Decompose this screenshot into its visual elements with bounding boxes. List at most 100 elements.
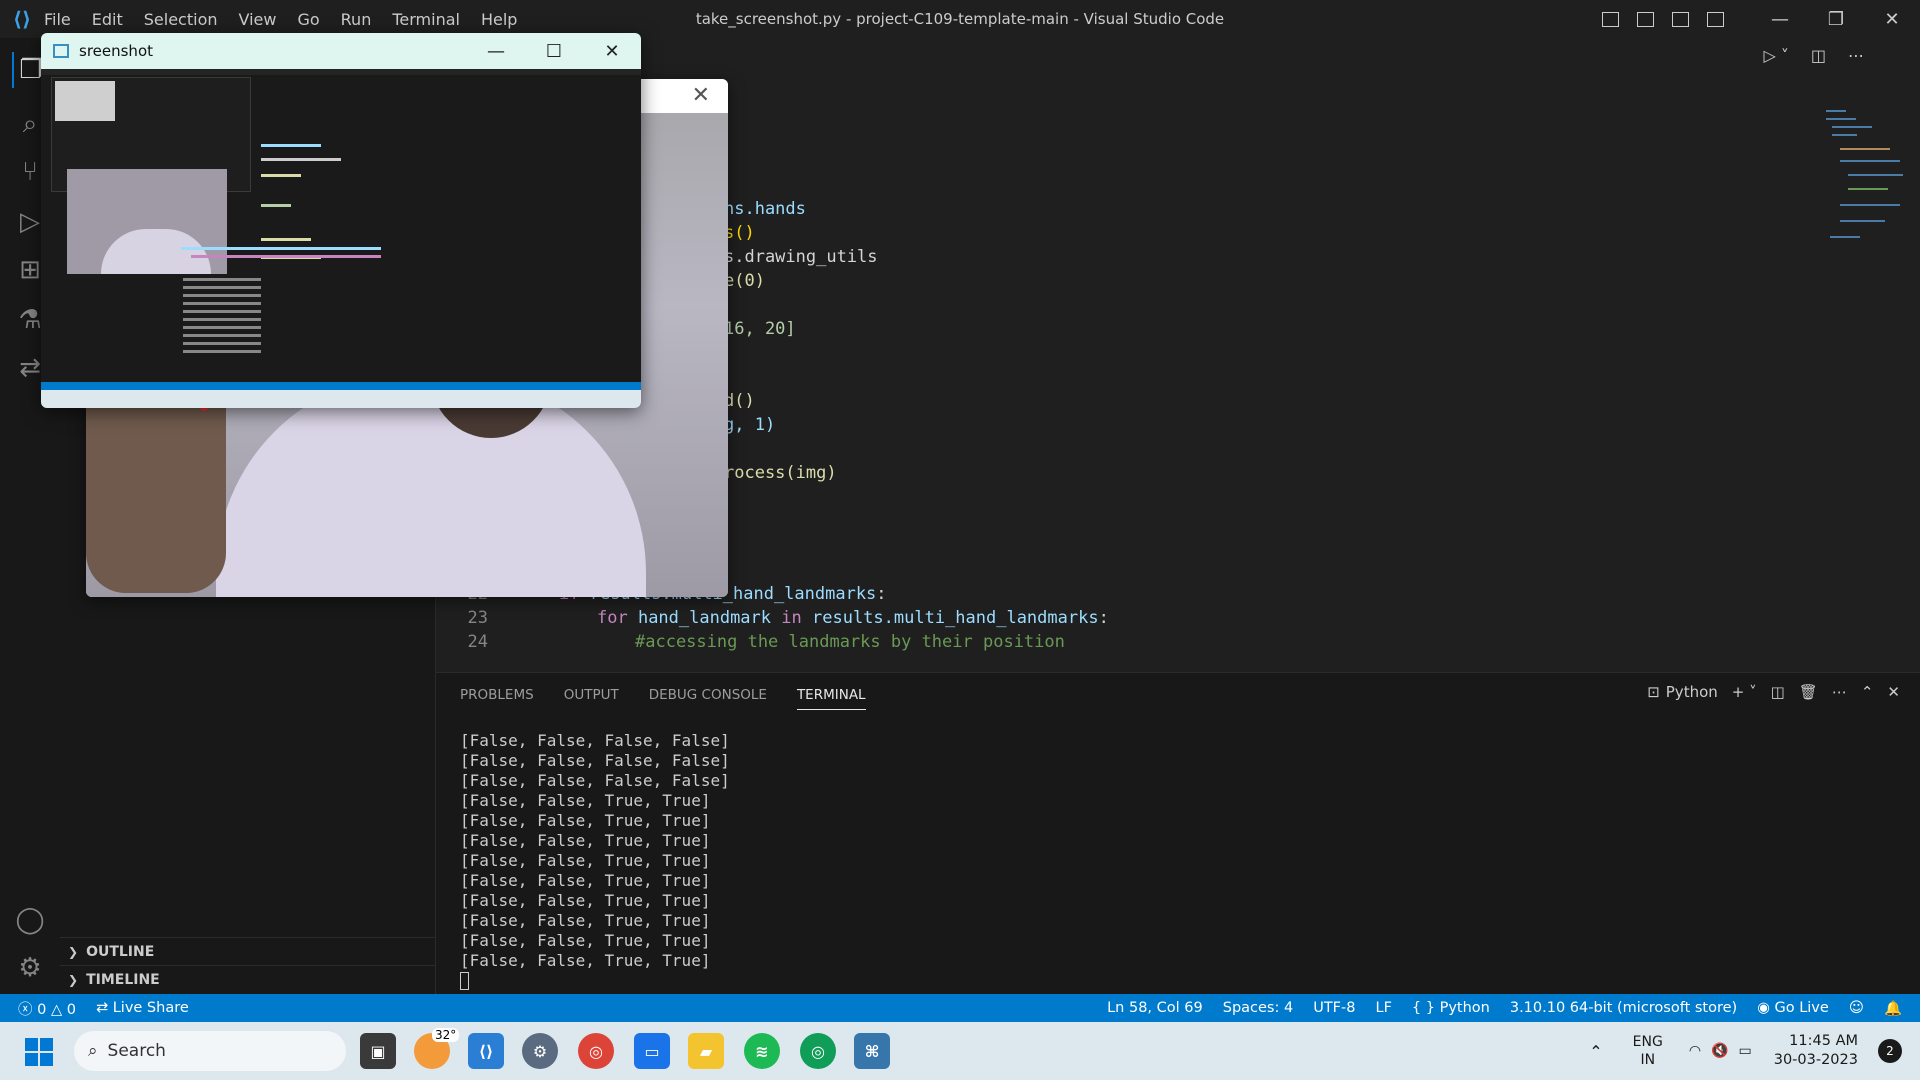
python-interpreter[interactable]: 3.10.10 64-bit (microsoft store) <box>1510 1000 1737 1016</box>
terminal-line: [False, False, True, True] <box>460 831 711 850</box>
end-of-line[interactable]: LF <box>1375 1000 1391 1016</box>
menu-run[interactable]: Run <box>341 10 372 29</box>
language-indicator[interactable]: ENG IN <box>1633 1033 1663 1069</box>
start-button[interactable] <box>25 1038 53 1066</box>
panel-actions: ⊡ Python + ˅ ◫ 🗑 ⋯ ⌃ ✕ <box>1633 683 1900 701</box>
maximize-button[interactable]: ☐ <box>525 41 583 62</box>
kill-terminal-icon[interactable]: 🗑 <box>1799 683 1818 701</box>
outline-section[interactable]: ❯ OUTLINE <box>60 937 436 965</box>
menu-go[interactable]: Go <box>297 10 319 29</box>
terminal-profile-label[interactable]: Python <box>1666 683 1718 701</box>
split-editor-icon[interactable]: ◫ <box>1811 46 1826 65</box>
language-mode[interactable]: { } Python <box>1412 1000 1490 1016</box>
code-fragment: s() <box>724 223 755 243</box>
code-fragment: ns.hands <box>724 199 806 219</box>
editor-actions: ▷ ˅ ◫ ⋯ <box>1763 46 1864 65</box>
maximize-panel-icon[interactable]: ⌃ <box>1861 683 1874 701</box>
tab-problems[interactable]: PROBLEMS <box>460 687 534 710</box>
cursor-position[interactable]: Ln 58, Col 69 <box>1107 1000 1203 1016</box>
minimap[interactable] <box>1820 108 1910 258</box>
minimize-button[interactable]: — <box>1752 9 1808 30</box>
minimize-button[interactable]: — <box>467 41 525 62</box>
settings-taskbar-icon[interactable]: ⚙ <box>522 1033 558 1069</box>
new-terminal-icon[interactable]: + ˅ <box>1732 683 1757 701</box>
windows-taskbar: ⌕ Search ▣ 32° ⟨⟩ ⚙ ◎ ▭ ▰ ≋ ◎ ⌘ ⌃ ENG IN… <box>0 1022 1920 1080</box>
python-taskbar-icon[interactable]: ⌘ <box>854 1033 890 1069</box>
encoding[interactable]: UTF-8 <box>1313 1000 1355 1016</box>
menu-file[interactable]: File <box>44 10 71 29</box>
terminal-cursor <box>460 972 469 990</box>
vscode-taskbar-icon[interactable]: ⟨⟩ <box>468 1033 504 1069</box>
task-view-icon[interactable]: ▣ <box>360 1033 396 1069</box>
terminal-line: [False, False, False, False] <box>460 731 730 750</box>
line-number: 23 <box>467 608 488 628</box>
indentation[interactable]: Spaces: 4 <box>1223 1000 1293 1016</box>
chrome-taskbar-icon[interactable]: ◎ <box>578 1033 614 1069</box>
toggle-secondary-sidebar-icon[interactable] <box>1672 11 1689 27</box>
toggle-primary-sidebar-icon[interactable] <box>1602 11 1619 27</box>
chrome-profile-taskbar-icon[interactable]: ◎ <box>800 1033 836 1069</box>
code-fragment: d() <box>724 391 755 411</box>
chevron-up-icon[interactable]: ⌃ <box>1589 1042 1602 1061</box>
split-terminal-icon[interactable]: ◫ <box>1771 683 1785 701</box>
notification-badge[interactable]: 2 <box>1878 1039 1902 1063</box>
screen-share-taskbar-icon[interactable]: ▭ <box>634 1033 670 1069</box>
menu-selection[interactable]: Selection <box>144 10 218 29</box>
file-explorer-taskbar-icon[interactable]: ▰ <box>688 1033 724 1069</box>
window-app-icon <box>53 44 69 58</box>
line-number: 24 <box>467 632 488 652</box>
spotify-taskbar-icon[interactable]: ≋ <box>744 1033 780 1069</box>
terminal-line: [False, False, True, True] <box>460 931 711 950</box>
menu-bar: File Edit Selection View Go Run Terminal… <box>44 10 538 29</box>
go-live-button[interactable]: ◉ Go Live <box>1757 1000 1829 1016</box>
more-actions-icon[interactable]: ⋯ <box>1832 683 1847 701</box>
volume-muted-icon[interactable]: 🔇 <box>1711 1043 1728 1059</box>
search-placeholder: Search <box>107 1041 166 1061</box>
accounts-icon[interactable]: ◯ <box>12 902 48 938</box>
feedback-icon[interactable]: ☺ <box>1849 1000 1864 1016</box>
menu-help[interactable]: Help <box>481 10 517 29</box>
close-button[interactable]: ✕ <box>583 41 641 62</box>
problems-status[interactable]: ⓧ 0 △ 0 <box>18 998 76 1019</box>
terminal-line: [False, False, True, True] <box>460 891 711 910</box>
timeline-section[interactable]: ❯ TIMELINE <box>60 965 436 993</box>
screenshot-window-titlebar[interactable]: sreenshot — ☐ ✕ <box>41 33 641 69</box>
taskbar-search[interactable]: ⌕ Search <box>74 1031 346 1071</box>
screenshot-window-title: sreenshot <box>79 42 153 60</box>
screenshot-image <box>41 69 641 408</box>
timeline-label: TIMELINE <box>86 971 160 988</box>
menu-terminal[interactable]: Terminal <box>392 10 460 29</box>
wifi-icon[interactable]: ◠ <box>1689 1043 1701 1059</box>
vscode-logo-icon: ⟨⟩ <box>12 7 32 31</box>
restore-button[interactable]: ❐ <box>1808 9 1864 30</box>
code-fragment: e(0) <box>724 271 765 291</box>
menu-edit[interactable]: Edit <box>92 10 123 29</box>
toggle-panel-icon[interactable] <box>1637 11 1654 27</box>
close-button[interactable]: ✕ <box>1864 9 1920 30</box>
code-fragment: s.drawing_utils <box>724 247 878 267</box>
terminal-line: [False, False, True, True] <box>460 871 711 890</box>
code-fragment: g, 1) <box>724 415 776 435</box>
tab-output[interactable]: OUTPUT <box>564 687 619 710</box>
tab-debug-console[interactable]: DEBUG CONSOLE <box>649 687 767 710</box>
webcam-close-icon[interactable]: ✕ <box>692 83 710 108</box>
close-panel-icon[interactable]: ✕ <box>1887 683 1900 701</box>
settings-gear-icon[interactable]: ⚙ <box>12 950 48 986</box>
clock[interactable]: 11:45 AM 30-03-2023 <box>1774 1032 1858 1070</box>
code-line-24: #accessing the landmarks by their positi… <box>635 632 1065 652</box>
battery-icon[interactable]: ▭ <box>1738 1043 1751 1059</box>
terminal-line: [False, False, False, False] <box>460 771 730 790</box>
live-share-status[interactable]: ⇄ Live Share <box>96 1000 189 1016</box>
outline-label: OUTLINE <box>86 943 155 960</box>
chevron-right-icon: ❯ <box>68 972 79 987</box>
more-actions-icon[interactable]: ⋯ <box>1848 46 1864 65</box>
run-python-file-icon[interactable]: ▷ ˅ <box>1763 46 1788 65</box>
status-bar: ⓧ 0 △ 0 ⇄ Live Share Ln 58, Col 69 Space… <box>0 994 1920 1022</box>
screenshot-window[interactable]: sreenshot — ☐ ✕ <box>41 33 641 408</box>
notifications-bell-icon[interactable]: 🔔 <box>1884 1000 1902 1017</box>
customize-layout-icon[interactable] <box>1707 11 1724 27</box>
tab-terminal[interactable]: TERMINAL <box>796 687 866 710</box>
terminal-line: [False, False, True, True] <box>460 811 711 830</box>
menu-view[interactable]: View <box>239 10 277 29</box>
code-fragment: rocess(img) <box>724 463 837 483</box>
